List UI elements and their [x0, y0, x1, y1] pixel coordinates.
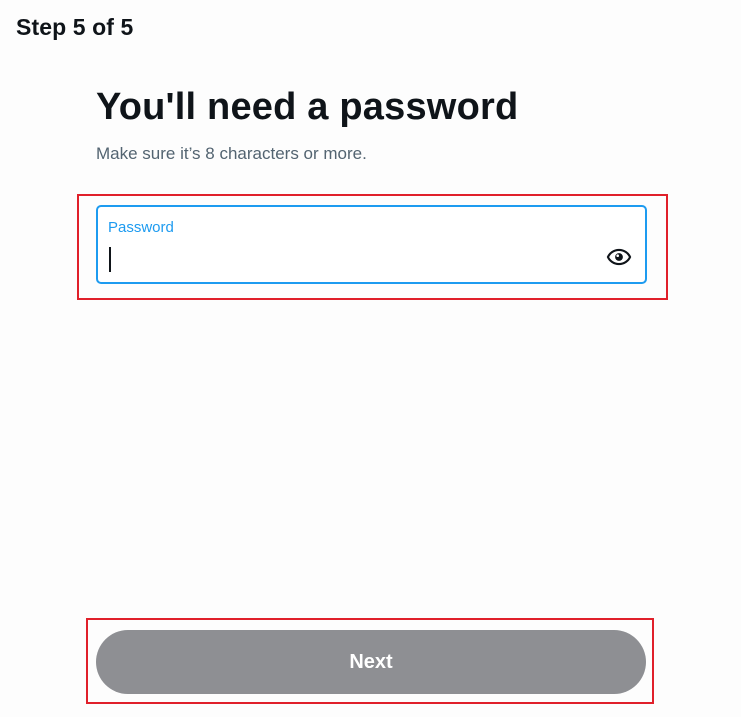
signup-step-page: Step 5 of 5 You'll need a password Make … [0, 0, 741, 717]
eye-icon [606, 244, 632, 275]
password-field[interactable]: Password [96, 205, 647, 284]
next-button[interactable]: Next [96, 630, 646, 694]
step-indicator: Step 5 of 5 [16, 14, 134, 40]
show-password-toggle[interactable] [605, 245, 633, 273]
password-input[interactable] [108, 245, 588, 273]
page-subtitle: Make sure it’s 8 characters or more. [96, 144, 367, 163]
text-caret [109, 247, 111, 272]
page-title: You'll need a password [96, 86, 519, 128]
password-label: Password [108, 219, 174, 236]
